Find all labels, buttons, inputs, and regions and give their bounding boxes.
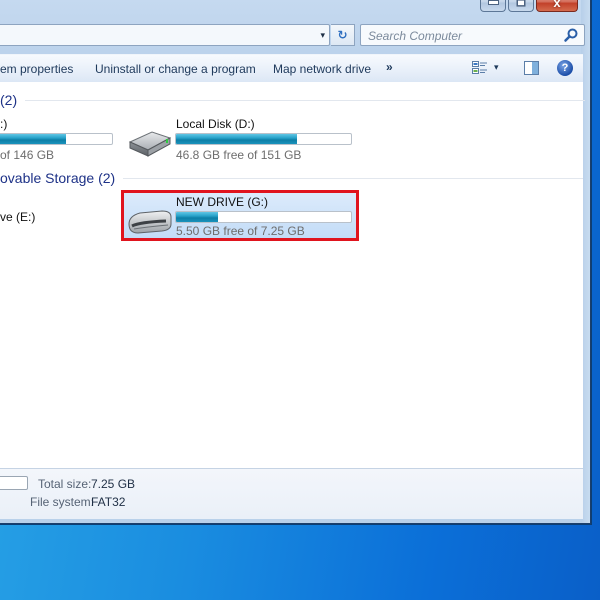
minimize-button[interactable] bbox=[480, 0, 506, 12]
hard-disk-icon bbox=[128, 131, 172, 157]
address-bar[interactable]: ▾ bbox=[0, 24, 330, 46]
map-network-drive-button[interactable]: Map network drive bbox=[273, 62, 371, 76]
refresh-button[interactable]: ↻ bbox=[331, 24, 355, 46]
annotation-highlight-box bbox=[121, 190, 359, 241]
close-button[interactable]: x bbox=[536, 0, 578, 12]
group-divider bbox=[123, 177, 584, 179]
minimize-icon bbox=[487, 0, 499, 5]
drive-usage-bar bbox=[175, 133, 352, 145]
drive-name: :) bbox=[0, 117, 8, 131]
refresh-icon: ↻ bbox=[337, 28, 348, 42]
system-properties-button[interactable]: em properties bbox=[0, 62, 73, 76]
address-dropdown-icon[interactable]: ▾ bbox=[320, 30, 325, 41]
drive-usage-fill bbox=[176, 134, 297, 144]
total-size-value: 7.25 GB bbox=[91, 477, 136, 491]
search-icon[interactable] bbox=[563, 27, 579, 43]
group-header-hard-disks[interactable]: (2) bbox=[0, 92, 586, 108]
uninstall-program-button[interactable]: Uninstall or change a program bbox=[95, 62, 256, 76]
file-system-value: FAT32 bbox=[91, 495, 126, 509]
total-size-label: Total size: bbox=[38, 477, 92, 491]
search-placeholder: Search Computer bbox=[368, 29, 463, 43]
group-title: (2) bbox=[0, 92, 18, 108]
drive-usage-fill bbox=[0, 134, 66, 144]
drive-free-space: of 146 GB bbox=[0, 148, 55, 162]
close-icon: x bbox=[553, 0, 561, 10]
drive-free-space: 46.8 GB free of 151 GB bbox=[176, 148, 302, 162]
details-usage-bar bbox=[0, 476, 28, 490]
change-view-icon[interactable] bbox=[472, 61, 488, 75]
drive-name: Local Disk (D:) bbox=[176, 117, 255, 131]
group-header-removable-storage[interactable]: ovable Storage (2) bbox=[0, 170, 584, 186]
maximize-button[interactable] bbox=[508, 0, 534, 12]
drive-usage-bar bbox=[0, 133, 113, 145]
group-divider bbox=[25, 99, 586, 101]
details-pane: Total size: 7.25 GB File system: FAT32 bbox=[0, 468, 583, 519]
help-icon[interactable]: ? bbox=[557, 60, 573, 76]
drives-view: (2) :) of 146 GB Local Disk (D:) 46.8 GB… bbox=[0, 82, 586, 468]
drive-name: ve (E:) bbox=[0, 210, 36, 224]
preview-pane-icon[interactable] bbox=[524, 61, 539, 75]
caption-buttons: x bbox=[480, 0, 578, 12]
view-dropdown-icon[interactable]: ▾ bbox=[494, 62, 499, 73]
search-input[interactable]: Search Computer bbox=[360, 24, 585, 46]
command-bar: em properties Uninstall or change a prog… bbox=[0, 54, 583, 83]
file-system-label: File system: bbox=[30, 495, 95, 509]
more-commands-button[interactable]: » bbox=[386, 60, 393, 74]
group-title: ovable Storage (2) bbox=[0, 170, 116, 186]
maximize-icon bbox=[516, 0, 526, 7]
